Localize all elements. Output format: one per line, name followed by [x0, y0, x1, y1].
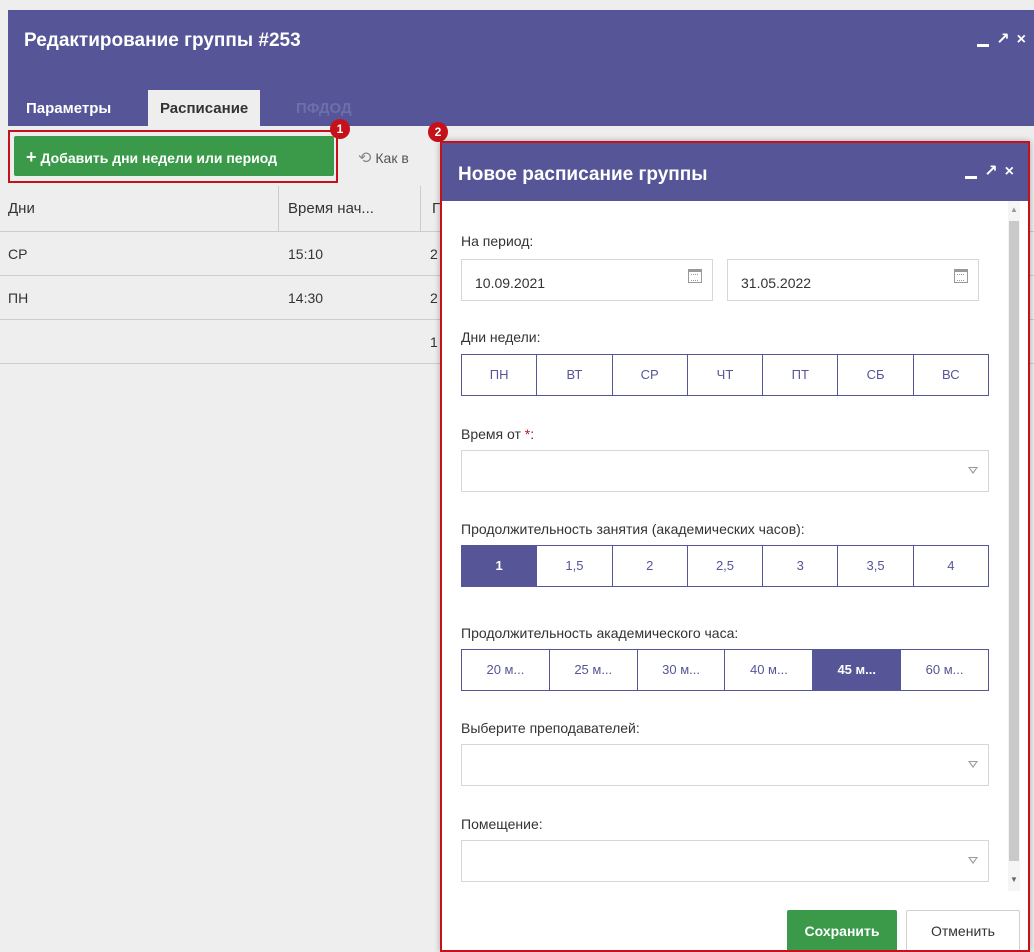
weekday-fri[interactable]: ПТ — [763, 355, 839, 395]
window-title: Редактирование группы #253 — [24, 30, 301, 51]
cancel-button[interactable]: Отменить — [906, 910, 1020, 950]
column-header-days[interactable]: Дни — [8, 200, 35, 217]
window-controls: ↗ × — [977, 32, 1026, 48]
calendar-icon[interactable] — [688, 269, 702, 283]
weekday-sun[interactable]: ВС — [913, 355, 988, 395]
weekday-tue[interactable]: ВТ — [537, 355, 613, 395]
dialog-controls: ↗ × — [965, 164, 1014, 180]
duration-option[interactable]: 4 — [913, 546, 988, 586]
column-divider — [420, 186, 421, 232]
cell-start-time: 15:10 — [288, 246, 324, 262]
column-header-start-time[interactable]: Время нач... — [288, 200, 374, 217]
callout-marker-2: 2 — [428, 122, 448, 142]
minimize-icon[interactable] — [977, 43, 990, 47]
maximize-icon[interactable]: ↗ — [996, 32, 1009, 48]
hour-length-option[interactable]: 25 м... — [549, 650, 638, 690]
copy-schedule-label: Как в — [375, 150, 409, 166]
new-schedule-dialog: Новое расписание группы ↗ × ▲ ▼ На перио… — [440, 141, 1030, 952]
calendar-icon[interactable] — [954, 269, 968, 283]
room-label: Помещение: — [461, 816, 543, 832]
save-button[interactable]: Сохранить — [787, 910, 897, 950]
duration-option[interactable]: 1 — [462, 546, 538, 586]
time-from-select[interactable] — [461, 450, 989, 492]
column-header-3[interactable]: Г — [432, 200, 440, 217]
weekdays-label: Дни недели: — [461, 329, 541, 345]
tab-bar: Параметры Расписание ПФДОД — [8, 76, 1034, 126]
tab-parameters[interactable]: Параметры — [14, 90, 123, 126]
cell-col3: 2 — [430, 290, 438, 306]
cell-days: ПН — [8, 290, 29, 306]
tab-pfdod[interactable]: ПФДОД — [284, 90, 364, 126]
tab-schedule[interactable]: Расписание — [148, 90, 261, 126]
dropdown-caret-icon[interactable] — [968, 761, 978, 768]
date-from-value: 10.09.2021 — [475, 275, 546, 291]
hour-length-label: Продолжительность академического часа: — [461, 625, 739, 641]
scroll-down-icon[interactable]: ▼ — [1010, 875, 1018, 884]
duration-option[interactable]: 3 — [763, 546, 839, 586]
column-divider — [278, 186, 279, 232]
duration-label: Продолжительность занятия (академических… — [461, 521, 805, 537]
hour-length-option[interactable]: 20 м... — [462, 650, 550, 690]
maximize-icon[interactable]: ↗ — [984, 164, 997, 180]
date-from-input[interactable]: 10.09.2021 — [461, 259, 713, 301]
hour-length-option[interactable]: 30 м... — [637, 650, 726, 690]
cell-col3: 2 — [430, 246, 438, 262]
weekday-mon[interactable]: ПН — [462, 355, 538, 395]
date-to-input[interactable]: 31.05.2022 — [727, 259, 979, 301]
close-icon[interactable]: × — [1005, 164, 1014, 180]
teachers-label: Выберите преподавателей: — [461, 720, 640, 736]
teachers-select[interactable] — [461, 744, 989, 786]
scrollbar-thumb[interactable] — [1009, 221, 1019, 861]
time-from-label: Время от *: — [461, 426, 534, 442]
hour-length-selector: 20 м... 25 м... 30 м... 40 м... 45 м... … — [461, 649, 989, 691]
duration-option[interactable]: 2 — [612, 546, 688, 586]
weekday-selector: ПН ВТ СР ЧТ ПТ СБ ВС — [461, 354, 989, 396]
window-titlebar: Редактирование группы #253 ↗ × — [8, 10, 1034, 76]
scroll-up-icon[interactable]: ▲ — [1010, 205, 1018, 214]
minimize-icon[interactable] — [965, 175, 978, 179]
room-select[interactable] — [461, 840, 989, 882]
cell-start-time: 14:30 — [288, 290, 324, 306]
duration-selector: 1 1,5 2 2,5 3 3,5 4 — [461, 545, 989, 587]
dialog-title: Новое расписание группы — [458, 164, 708, 185]
cell-days: СР — [8, 246, 28, 262]
dropdown-caret-icon[interactable] — [968, 467, 978, 474]
duration-option[interactable]: 3,5 — [838, 546, 914, 586]
history-icon: ⟲ — [358, 150, 372, 167]
weekday-sat[interactable]: СБ — [838, 355, 914, 395]
dropdown-caret-icon[interactable] — [968, 857, 978, 864]
callout-marker-1: 1 — [330, 119, 350, 139]
dialog-titlebar: Новое расписание группы ↗ × — [442, 143, 1028, 201]
duration-option[interactable]: 2,5 — [687, 546, 764, 586]
date-to-value: 31.05.2022 — [741, 275, 812, 291]
time-from-suffix: : — [530, 426, 535, 442]
weekday-wed[interactable]: СР — [612, 355, 688, 395]
duration-option[interactable]: 1,5 — [537, 546, 613, 586]
dialog-scrollbar[interactable]: ▲ ▼ — [1008, 201, 1020, 891]
time-from-label-text: Время от — [461, 426, 521, 442]
period-label: На период: — [461, 233, 534, 249]
highlight-box-1 — [8, 130, 338, 183]
hour-length-option[interactable]: 40 м... — [725, 650, 814, 690]
close-icon[interactable]: × — [1017, 32, 1026, 48]
hour-length-option[interactable]: 45 м... — [813, 650, 902, 690]
hour-length-option[interactable]: 60 м... — [901, 650, 988, 690]
weekday-thu[interactable]: ЧТ — [687, 355, 764, 395]
cell-col3: 1 — [430, 334, 438, 350]
copy-schedule-button[interactable]: ⟲ Как в — [358, 148, 409, 168]
